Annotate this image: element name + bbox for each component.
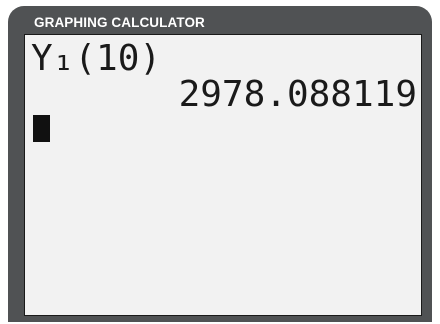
input-expression: Y₁(10): [31, 38, 162, 79]
text-cursor: [33, 115, 50, 142]
result-value: 2978.088119: [178, 74, 417, 115]
app-title: GRAPHING CALCULATOR: [34, 15, 205, 30]
calculator-screen[interactable]: Y₁(10) 2978.088119: [24, 34, 422, 316]
